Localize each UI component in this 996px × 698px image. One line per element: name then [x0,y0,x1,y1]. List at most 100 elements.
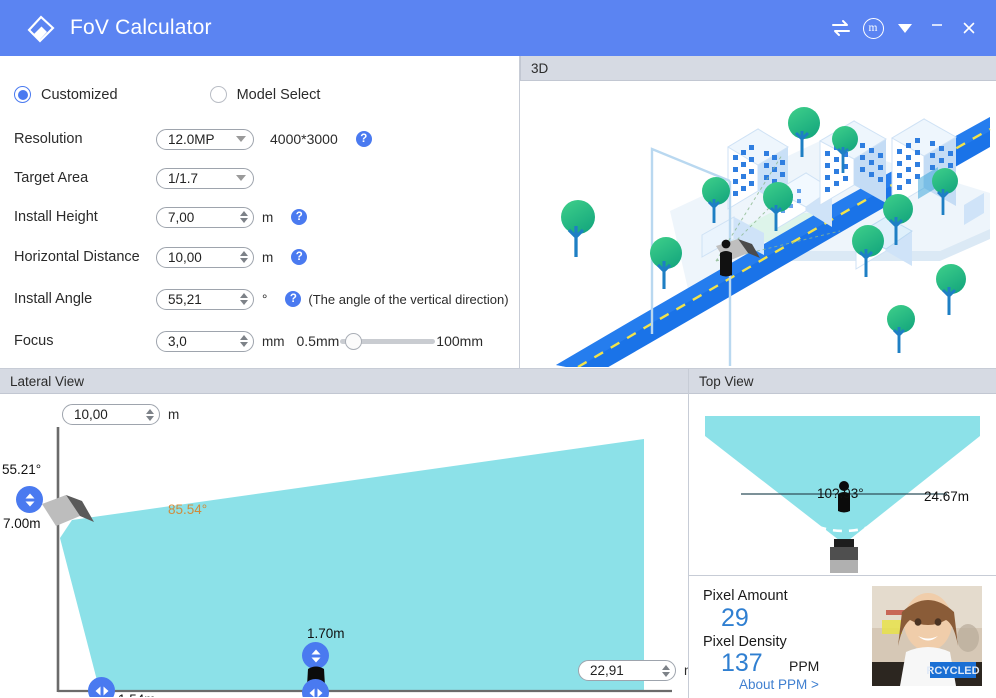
lateral-far-input[interactable]: 22,91 [578,660,676,681]
focus-slider-knob[interactable] [344,332,362,350]
chevron-down-icon [236,136,246,142]
install-angle-note: (The angle of the vertical direction) [308,291,509,307]
swap-units-icon[interactable] [826,13,856,43]
lateral-distance-input[interactable]: 10,00 [62,404,160,425]
isometric-city-illustration [556,107,991,367]
horizontal-distance-label: Horizontal Distance [14,249,140,265]
install-angle-value: 55,21 [168,291,202,307]
lateral-distance-unit: m [168,407,180,422]
panel-lateral-view: Lateral View 10,00 m 55.21° 7.00m 85.54°… [0,369,688,698]
panel-pixel-metrics: Pixel Amount 29 Pixel Density 137 PPM Ab… [689,575,996,698]
top-view-canvas[interactable]: 10?.93° 24.67m [689,394,996,573]
target-area-value: 1/1.7 [168,170,199,186]
chevron-down-icon [236,175,246,181]
focus-slider-track[interactable] [340,332,436,350]
focus-unit: mm [262,333,285,349]
about-ppm-link[interactable]: About PPM > [739,677,819,692]
top-fov-angle-label: 10?.93° [817,486,864,501]
lateral-view-canvas[interactable]: 10,00 m 55.21° 7.00m 85.54° 1.54m 1.70m [0,394,688,697]
lateral-far-stepper[interactable] [662,664,670,677]
pixel-density-value: 137 [721,649,763,677]
install-angle-input[interactable]: 55,21 [156,288,254,310]
lateral-fov-angle-label: 85.54° [168,502,208,517]
horizontal-distance-unit: m [262,249,274,265]
settings-form: Customized Model Select Resolution 12.0M… [0,56,519,368]
resolution-label: Resolution [14,131,83,147]
row-install-angle: Install Angle 55,21 ° ? (The angle of th… [14,287,509,311]
scene-3d-canvas[interactable] [520,81,996,367]
install-height-unit: m [262,209,274,225]
install-height-input[interactable]: 7,00 [156,206,254,228]
person-height-label: 1.70m [307,626,345,641]
horizontal-distance-input[interactable]: 10,00 [156,246,254,268]
resolution-value: 12.0MP [168,131,215,147]
window-controls: m [826,0,984,56]
near-distance-label: 1.54m [118,692,156,697]
lateral-far-field-group: 22,91 m [578,660,688,681]
sample-photo: RCYCLED [872,586,982,686]
lateral-install-angle-label: 55.21° [2,462,42,477]
install-height-label: Install Height [14,209,98,225]
tree-icon [561,200,595,257]
camera-tilt-drag-handle[interactable] [16,486,43,513]
target-area-select[interactable]: 1/1.7 [156,167,254,189]
row-install-height: Install Height 7,00 m ? [14,205,308,229]
pixel-density-unit: PPM [789,658,820,674]
page-title: FoV Calculator [70,16,212,39]
fov-calculator-window: FoV Calculator m Customized Model Select… [0,0,996,698]
install-height-value: 7,00 [168,209,195,225]
target-area-label: Target Area [14,170,89,186]
row-target-area: Target Area 1/1.7 [14,166,254,190]
lateral-distance-field-group: 10,00 m [62,404,179,425]
top-fov-diagram [705,416,980,573]
tree-icon [650,237,682,289]
pixel-density-label: Pixel Density [703,634,787,650]
lateral-far-value: 22,91 [590,663,624,678]
install-height-help-icon[interactable]: ? [291,209,308,225]
panel-3d: 3D [520,56,996,368]
install-angle-help-icon[interactable]: ? [285,291,302,307]
horizontal-distance-stepper[interactable] [240,251,248,263]
dropdown-menu-icon[interactable] [890,13,920,43]
focus-stepper[interactable] [240,335,248,347]
horizontal-distance-help-icon[interactable]: ? [291,249,308,265]
person-icon [720,239,732,277]
diamond-logo-icon [22,9,60,47]
focus-input[interactable]: 3,0 [156,330,254,352]
resolution-select[interactable]: 12.0MP [156,128,254,150]
radio-model-select[interactable]: Model Select [209,86,321,103]
tree-icon [852,225,884,277]
person-height-drag-handle[interactable] [302,642,329,669]
radio-customized-label: Customized [41,86,118,103]
resolution-detail: 4000*3000 [270,131,338,147]
panel-top-view: Top View 10?.93° 24.67m [689,369,996,574]
install-height-stepper[interactable] [240,211,248,223]
row-resolution: Resolution 12.0MP 4000*3000 ? [14,127,372,151]
minimize-icon[interactable] [922,13,952,43]
focus-slider[interactable]: 0.5mm 100mm [296,332,483,350]
title-bar: FoV Calculator m [0,0,996,56]
lateral-install-height-label: 7.00m [3,516,41,531]
radio-model-select-label: Model Select [236,86,321,103]
lateral-distance-stepper[interactable] [146,408,154,421]
install-angle-stepper[interactable] [240,293,248,305]
near-distance-drag-handle[interactable] [88,677,115,697]
horizontal-distance-value: 10,00 [168,249,202,265]
focus-label: Focus [14,333,54,349]
close-icon[interactable] [954,13,984,43]
pixel-amount-label: Pixel Amount [703,588,788,604]
metric-unit-icon[interactable]: m [858,13,888,43]
tree-icon [936,264,966,315]
mode-radio-group: Customized Model Select [14,86,320,103]
radio-model-select-dot [209,86,227,103]
radio-customized[interactable]: Customized [14,86,118,103]
pixel-amount-value: 29 [721,604,749,632]
row-focus: Focus 3,0 mm 0.5mm 100mm [14,329,483,353]
lateral-distance-value: 10,00 [74,407,108,422]
panel-3d-title: 3D [520,56,996,81]
focus-slider-max-label: 100mm [436,333,483,349]
photo-badge-text: RCYCLED [926,665,979,677]
resolution-help-icon[interactable]: ? [355,131,372,147]
camera-icon [830,539,858,573]
focus-slider-min-label: 0.5mm [296,333,340,349]
